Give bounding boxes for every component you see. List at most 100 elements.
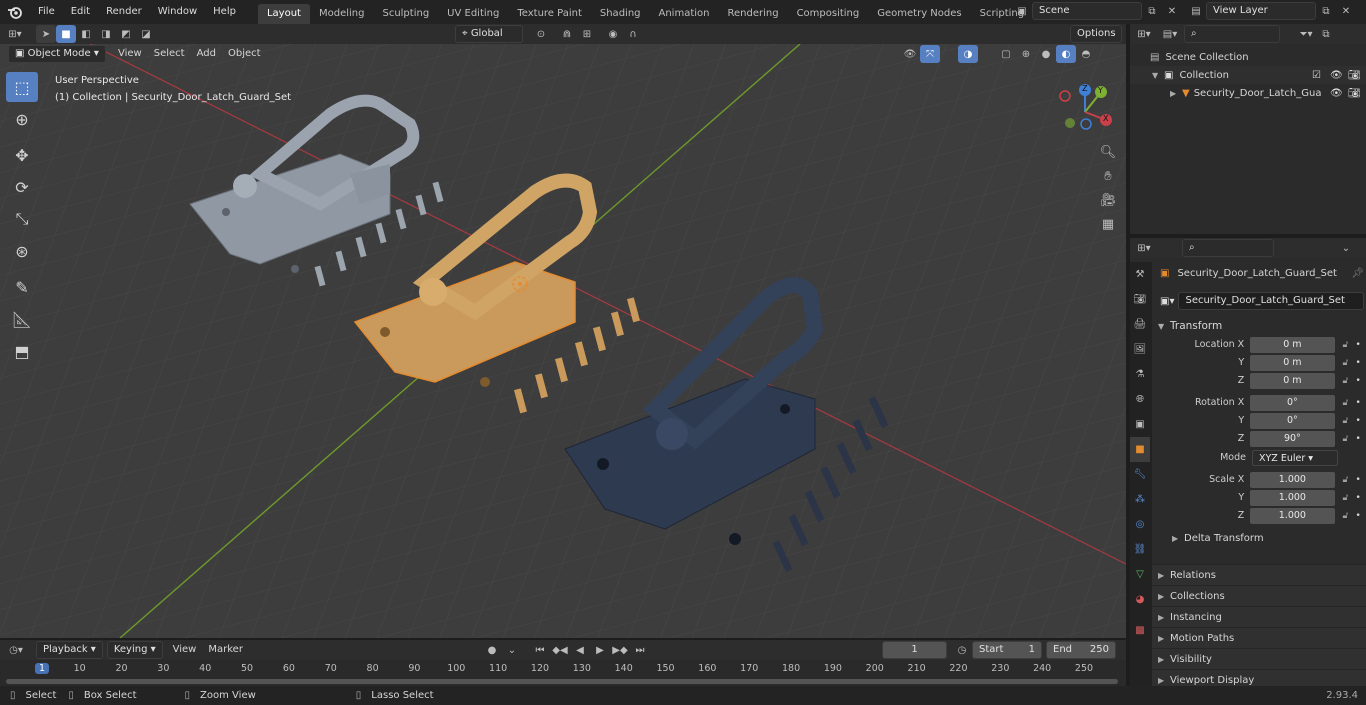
properties-editor-icon[interactable]: ⊞▾: [1134, 239, 1154, 257]
transform-tool-icon[interactable]: ⊛: [6, 236, 38, 266]
collection-visibility-icon[interactable]: 👁︎: [1330, 70, 1348, 81]
add-menu[interactable]: Add: [191, 45, 222, 63]
exclude-checkbox-icon[interactable]: ☑: [1312, 70, 1330, 81]
keyframe-dot-icon[interactable]: •: [1352, 416, 1364, 426]
play-icon[interactable]: ▶: [590, 641, 610, 659]
select-menu[interactable]: Select: [148, 45, 191, 63]
keying-menu[interactable]: Keying ▾: [106, 641, 163, 659]
jump-end-icon[interactable]: ⏭: [630, 641, 650, 659]
lock-icon[interactable]: 🔓︎: [1339, 493, 1353, 503]
keyframe-dot-icon[interactable]: •: [1352, 434, 1364, 444]
tab-layout[interactable]: Layout: [257, 4, 310, 24]
current-frame-field[interactable]: 1: [882, 641, 947, 659]
transform-orientation-dropdown[interactable]: ⌖ Global: [455, 25, 523, 43]
start-frame-field[interactable]: Start 1: [972, 641, 1042, 659]
camera-view-icon[interactable]: 🎥︎: [1098, 188, 1118, 212]
scene-name-field[interactable]: Scene: [1032, 2, 1142, 20]
measure-tool-icon[interactable]: 📐︎: [6, 304, 38, 334]
scale-x-field[interactable]: 1.000: [1250, 471, 1335, 488]
transform-panel-header[interactable]: ▼ Transform: [1154, 316, 1364, 336]
view-menu[interactable]: View: [112, 45, 148, 63]
pin-icon[interactable]: 📌︎: [1351, 268, 1364, 279]
data-tab-icon[interactable]: ▽: [1130, 562, 1150, 587]
end-frame-field[interactable]: End 250: [1046, 641, 1116, 659]
view-layer-icon[interactable]: ▤: [1186, 2, 1206, 20]
visibility-panel[interactable]: ▶ Visibility: [1152, 648, 1366, 669]
falloff-icon[interactable]: ∩: [623, 25, 643, 43]
tab-uv-editing[interactable]: UV Editing: [438, 4, 508, 24]
expand-object-icon[interactable]: ▶: [1170, 89, 1182, 98]
ortho-grid-icon[interactable]: ▦: [1098, 212, 1118, 236]
rotation-mode-dropdown[interactable]: XYZ Euler ▾: [1252, 449, 1338, 466]
world-tab-icon[interactable]: 🌐︎: [1130, 387, 1150, 412]
outliner-search-input[interactable]: ⌕: [1184, 25, 1280, 43]
new-view-layer-icon[interactable]: ⧉: [1316, 2, 1336, 20]
motion-paths-panel[interactable]: ▶ Motion Paths: [1152, 627, 1366, 648]
scale-z-field[interactable]: 1.000: [1250, 507, 1335, 524]
tool-tab-icon[interactable]: ⚒: [1130, 262, 1150, 287]
collection-render-icon[interactable]: 📷︎: [1348, 70, 1366, 81]
expand-collection-icon[interactable]: ▼: [1152, 71, 1164, 80]
select-extend-icon[interactable]: ◧: [76, 25, 96, 43]
keyframe-dot-icon[interactable]: •: [1352, 358, 1364, 368]
pivot-point-icon[interactable]: ⊙: [531, 25, 551, 43]
tab-compositing[interactable]: Compositing: [788, 4, 869, 24]
rotation-z-field[interactable]: 90°: [1250, 430, 1335, 447]
options-dropdown[interactable]: Options: [1070, 25, 1122, 43]
select-new-icon[interactable]: ■: [56, 25, 76, 43]
prev-keyframe-icon[interactable]: ◆◀: [550, 641, 570, 659]
location-y-field[interactable]: 0 m: [1250, 354, 1335, 371]
timeline-editor-icon[interactable]: ◷▾: [6, 641, 26, 659]
tab-rendering[interactable]: Rendering: [718, 4, 787, 24]
menu-file[interactable]: File: [30, 0, 63, 24]
lock-icon[interactable]: 🔓︎: [1339, 398, 1353, 408]
rotation-y-field[interactable]: 0°: [1250, 412, 1335, 429]
view-layer-tab-icon[interactable]: 🖼︎: [1130, 337, 1150, 362]
scene-icon[interactable]: ▣: [1012, 2, 1032, 20]
select-subtract-icon[interactable]: ◨: [96, 25, 116, 43]
texture-tab-icon[interactable]: ▩: [1130, 618, 1150, 643]
object-mode-dropdown[interactable]: ▣ Object Mode ▾: [8, 45, 106, 63]
physics-tab-icon[interactable]: ◎: [1130, 512, 1150, 537]
select-mode-icon[interactable]: ➤: [36, 25, 56, 43]
properties-search-input[interactable]: ⌕: [1182, 239, 1274, 257]
snap-icon[interactable]: ⋒: [557, 25, 577, 43]
render-tab-icon[interactable]: 📷︎: [1130, 287, 1150, 312]
scale-tool-icon[interactable]: ⤡: [6, 204, 38, 234]
object-name-field[interactable]: Security_Door_Latch_Guard_Set: [1178, 292, 1364, 310]
collapse-transform-icon[interactable]: ▼: [1158, 322, 1170, 331]
new-collection-icon[interactable]: ⧉: [1316, 25, 1336, 43]
overlay-toggle-icon[interactable]: ◑: [958, 45, 978, 63]
rotate-tool-icon[interactable]: ⟳: [6, 172, 38, 202]
select-intersect-icon[interactable]: ◪: [136, 25, 156, 43]
editor-type-icon[interactable]: ⊞▾: [0, 25, 30, 43]
tab-modeling[interactable]: Modeling: [310, 4, 374, 24]
move-tool-icon[interactable]: ✥: [6, 140, 38, 170]
filter-icon[interactable]: ⏷▾: [1296, 25, 1316, 43]
output-tab-icon[interactable]: 🖨︎: [1130, 312, 1150, 337]
select-box-tool-icon[interactable]: ⬚: [6, 72, 38, 102]
navigation-gizmo[interactable]: Z Y X: [1055, 82, 1115, 142]
modifier-tab-icon[interactable]: 🔧︎: [1130, 462, 1150, 487]
tab-geometry-nodes[interactable]: Geometry Nodes: [868, 4, 970, 24]
material-shading-icon[interactable]: ◐: [1056, 45, 1076, 63]
add-cube-tool-icon[interactable]: ⬒: [6, 336, 38, 366]
3d-viewport[interactable]: User Perspective (1) Collection | Securi…: [0, 44, 1126, 638]
xray-icon[interactable]: ▢: [996, 45, 1016, 63]
location-x-field[interactable]: 0 m: [1250, 336, 1335, 353]
collections-panel[interactable]: ▶ Collections: [1152, 585, 1366, 606]
keyframe-dot-icon[interactable]: •: [1352, 475, 1364, 485]
gizmo-toggle-icon[interactable]: ⤧: [920, 45, 940, 63]
keyframe-dot-icon[interactable]: •: [1352, 398, 1364, 408]
relations-panel[interactable]: ▶ Relations: [1152, 564, 1366, 585]
wireframe-shading-icon[interactable]: ⊕: [1016, 45, 1036, 63]
jump-start-icon[interactable]: ⏮: [530, 641, 550, 659]
annotate-tool-icon[interactable]: ✎: [6, 272, 38, 302]
rotation-x-field[interactable]: 0°: [1250, 394, 1335, 411]
instancing-panel[interactable]: ▶ Instancing: [1152, 606, 1366, 627]
next-keyframe-icon[interactable]: ▶◆: [610, 641, 630, 659]
pan-hand-icon[interactable]: ✋︎: [1098, 164, 1118, 188]
lock-icon[interactable]: 🔓︎: [1339, 416, 1353, 426]
timeline-view-menu[interactable]: View: [167, 641, 203, 659]
lock-icon[interactable]: 🔓︎: [1339, 376, 1353, 386]
